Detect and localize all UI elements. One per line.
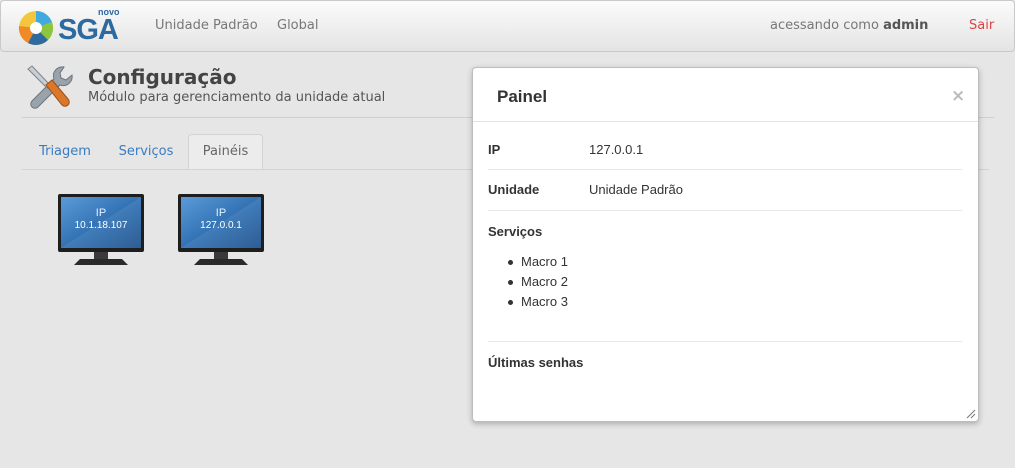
- panel-modal: Painel × IP 127.0.0.1 Unidade Unidade Pa…: [472, 67, 979, 422]
- modal-title: Painel: [497, 87, 548, 106]
- list-item: Macro 1: [503, 252, 568, 272]
- list-item: Macro 3: [503, 292, 568, 312]
- brand-name: SGA: [58, 14, 119, 46]
- monitor-ip-address: 127.0.0.1: [200, 220, 242, 231]
- nav-item-unidade-padrao[interactable]: Unidade Padrão: [155, 18, 258, 33]
- nav-item-global[interactable]: Global: [277, 18, 318, 33]
- row-divider: [488, 210, 962, 211]
- close-icon[interactable]: ×: [951, 86, 965, 106]
- services-label: Serviços: [488, 224, 543, 239]
- page-subtitle: Módulo para gerenciamento da unidade atu…: [88, 90, 386, 105]
- page-title: Configuração: [88, 65, 237, 89]
- tab-paineis[interactable]: Painéis: [188, 134, 263, 169]
- user-name: admin: [883, 18, 929, 33]
- unit-value: Unidade Padrão: [589, 182, 683, 197]
- monitor-ip-label: IP: [215, 207, 227, 219]
- top-navbar: novo SGA Unidade Padrão Global acessando…: [0, 0, 1015, 52]
- modal-header-divider: [473, 121, 978, 122]
- list-item: Macro 2: [503, 272, 568, 292]
- monitor-ip-address: 10.1.18.107: [74, 220, 128, 231]
- panel-monitor-2[interactable]: IP 127.0.0.1: [178, 193, 264, 267]
- recent-passwords-label: Últimas senhas: [488, 355, 584, 370]
- row-divider: [488, 169, 962, 170]
- tools-icon: [27, 65, 73, 109]
- monitor-ip-label: IP: [95, 207, 107, 219]
- logout-link[interactable]: Sair: [969, 18, 994, 33]
- logged-user-text: acessando como admin: [770, 18, 928, 33]
- tab-triagem[interactable]: Triagem: [30, 134, 100, 169]
- ip-value: 127.0.0.1: [589, 142, 644, 157]
- resize-grip-icon[interactable]: [966, 409, 976, 419]
- ip-label: IP: [488, 142, 501, 157]
- row-divider: [488, 341, 962, 342]
- panel-monitor-1[interactable]: IP 10.1.18.107: [58, 193, 144, 267]
- brand-swirl-icon: [18, 10, 54, 45]
- brand-logo[interactable]: novo SGA: [18, 7, 122, 47]
- user-prefix: acessando como: [770, 18, 879, 33]
- unit-label: Unidade: [488, 182, 540, 197]
- services-list: Macro 1 Macro 2 Macro 3: [503, 252, 568, 312]
- tab-servicos[interactable]: Serviços: [110, 134, 182, 169]
